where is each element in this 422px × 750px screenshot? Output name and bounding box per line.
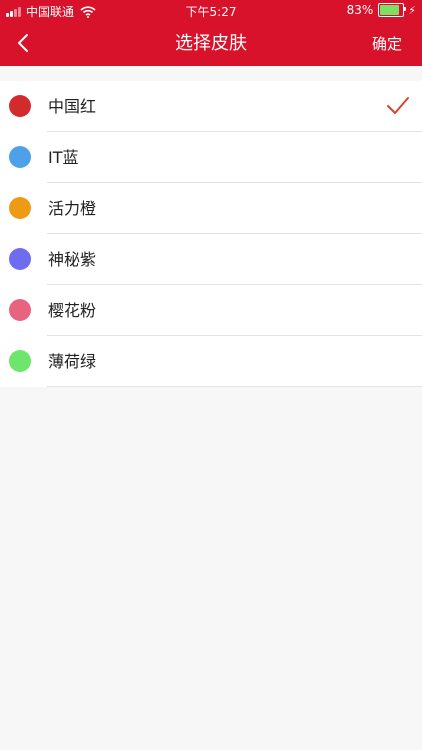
header: 中国联通 下午5:27 83% ⚡ 选择皮肤 确定 <box>0 0 422 66</box>
battery-percent: 83% <box>346 3 374 17</box>
color-swatch <box>9 299 31 321</box>
skin-option[interactable]: 薄荷绿 <box>0 336 422 387</box>
skin-option[interactable]: IT蓝 <box>0 132 422 183</box>
skin-label: 神秘紫 <box>48 250 97 269</box>
chevron-left-icon <box>18 34 28 52</box>
nav-bar: 选择皮肤 确定 <box>0 22 422 66</box>
skin-option[interactable]: 樱花粉 <box>0 285 422 336</box>
color-swatch <box>9 350 31 372</box>
color-swatch <box>9 95 31 117</box>
skin-label: 薄荷绿 <box>48 352 97 371</box>
row-divider <box>47 386 422 387</box>
status-bar: 中国联通 下午5:27 83% ⚡ <box>0 0 422 22</box>
skin-label: 活力橙 <box>48 199 97 218</box>
skin-option[interactable]: 神秘紫 <box>0 234 422 285</box>
color-swatch <box>9 248 31 270</box>
skin-label: IT蓝 <box>48 148 79 167</box>
charging-bolt-icon: ⚡ <box>408 3 416 17</box>
skin-label: 中国红 <box>48 97 97 116</box>
battery-icon <box>378 3 407 17</box>
battery-level <box>380 5 399 15</box>
confirm-button[interactable]: 确定 <box>372 22 402 66</box>
page-title: 选择皮肤 <box>175 33 247 54</box>
status-right: 83% ⚡ <box>347 3 416 17</box>
skin-option[interactable]: 活力橙 <box>0 183 422 234</box>
skin-picker-screen: 中国联通 下午5:27 83% ⚡ 选择皮肤 确定 中国红 IT蓝 活力橙 神秘… <box>0 0 422 750</box>
checkmark-icon <box>387 97 409 114</box>
color-swatch <box>9 197 31 219</box>
color-swatch <box>9 146 31 168</box>
back-button[interactable] <box>8 28 44 60</box>
skin-option[interactable]: 中国红 <box>0 81 422 132</box>
skin-label: 樱花粉 <box>48 301 97 320</box>
skin-list: 中国红 IT蓝活力橙神秘紫樱花粉薄荷绿 <box>0 81 422 387</box>
